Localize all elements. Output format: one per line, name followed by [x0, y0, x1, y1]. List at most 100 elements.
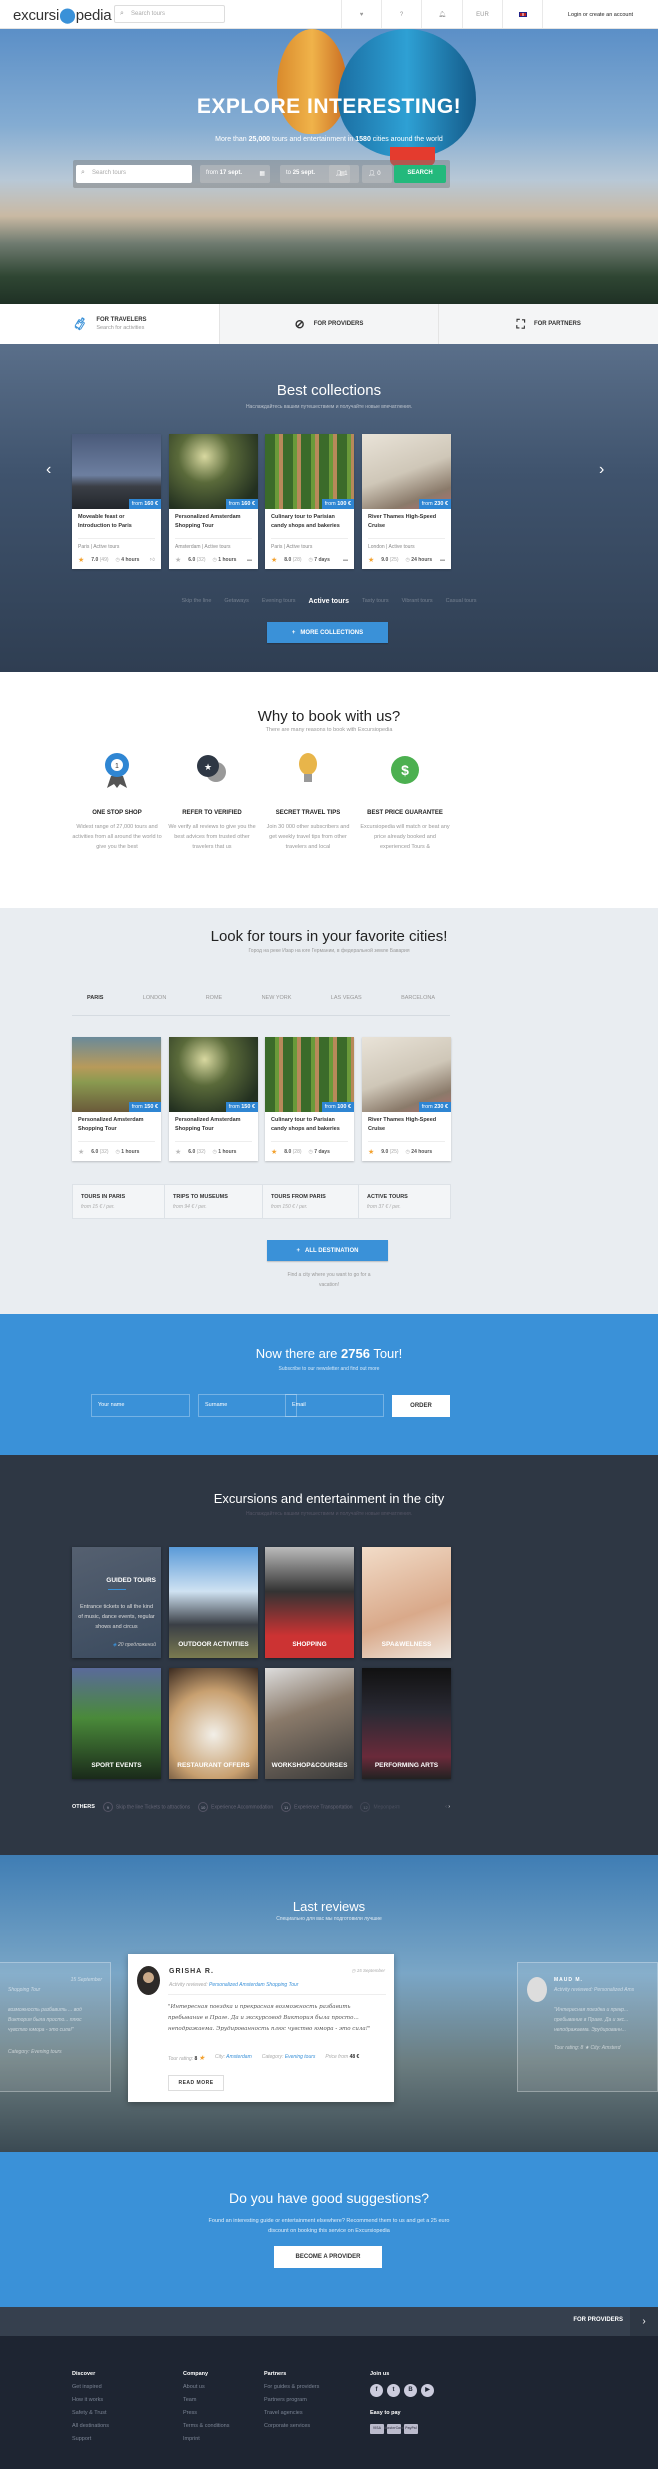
- footer-link[interactable]: For guides & providers: [264, 2381, 319, 2394]
- footer-link[interactable]: Support: [72, 2433, 109, 2446]
- notifications-button[interactable]: 🔔︎: [421, 0, 462, 28]
- thumbs-up-icon[interactable]: 👍︎: [150, 557, 155, 563]
- footer-link[interactable]: Terms & conditions: [183, 2420, 229, 2433]
- carousel-prev-arrow[interactable]: ‹: [46, 461, 51, 479]
- surname-input[interactable]: Surname: [198, 1394, 297, 1417]
- tour-card[interactable]: from 150 € Personalized Amsterdam Shoppin…: [72, 1037, 161, 1161]
- twitter-icon[interactable]: t: [387, 2384, 400, 2397]
- footer-link[interactable]: Safety & Trust: [72, 2407, 109, 2420]
- tour-title[interactable]: Culinary tour to Parisian candy shops an…: [271, 1116, 348, 1142]
- review-card-previous[interactable]: 15 September Shopping Tour возможность р…: [0, 1962, 111, 2092]
- category-link[interactable]: Tasty tours: [362, 598, 389, 605]
- footer-link[interactable]: Corporate services: [264, 2420, 319, 2433]
- category-tile[interactable]: SPORT EVENTS: [72, 1668, 161, 1779]
- category-tile[interactable]: SPA&WELNESS: [362, 1547, 451, 1658]
- city-link[interactable]: Amsterdam: [226, 2054, 252, 2060]
- category-tile[interactable]: WORKSHOP&COURSES: [265, 1668, 354, 1779]
- city-stat-link[interactable]: TRIPS TO MUSEUMS from 94 € / per.: [164, 1184, 263, 1219]
- all-destination-button[interactable]: + ALL DESTINATION: [267, 1240, 388, 1261]
- order-button[interactable]: ORDER: [392, 1395, 450, 1417]
- become-provider-button[interactable]: BECOME A PROVIDER: [274, 2246, 382, 2268]
- hero-search-input[interactable]: ⌕ Search tours: [76, 165, 192, 183]
- login-link[interactable]: Login or create an account: [542, 0, 658, 28]
- footer-link[interactable]: Get inspired: [72, 2381, 109, 2394]
- facebook-icon[interactable]: f: [370, 2384, 383, 2397]
- tour-title[interactable]: Culinary tour to Parisian candy shops an…: [271, 513, 348, 539]
- others-link[interactable]: 10 Experience Accommodation: [198, 1802, 273, 1812]
- vk-icon[interactable]: B: [404, 2384, 417, 2397]
- tour-title[interactable]: River Thames High-Speed Cruise: [368, 1116, 445, 1142]
- favorites-button[interactable]: ♥: [341, 0, 381, 28]
- tour-card[interactable]: from 150 € Personalized Amsterdam Shoppin…: [169, 1037, 258, 1161]
- category-tile[interactable]: RESTAURANT OFFERS: [169, 1668, 258, 1779]
- city-tab[interactable]: PARIS: [87, 995, 103, 1015]
- tour-card[interactable]: from 230 € River Thames High-Speed Cruise…: [362, 434, 451, 569]
- city-stat-link[interactable]: TOURS IN PARIS from 15 € / per.: [72, 1184, 165, 1219]
- category-link[interactable]: Evening tours: [285, 2054, 316, 2060]
- footer-link[interactable]: Travel agencies: [264, 2407, 319, 2420]
- name-input[interactable]: Your name: [91, 1394, 190, 1417]
- category-link[interactable]: Getaways: [224, 598, 248, 605]
- city-tab[interactable]: LONDON: [143, 995, 167, 1015]
- tour-card[interactable]: from 230 € River Thames High-Speed Cruise…: [362, 1037, 451, 1161]
- category-tile[interactable]: OUTDOOR ACTIVITIES: [169, 1547, 258, 1658]
- city-tab[interactable]: LAS VEGAS: [331, 995, 362, 1015]
- footer-link[interactable]: All destinations: [72, 2420, 109, 2433]
- category-tile[interactable]: GUIDED TOURS Entrance tickets to all the …: [72, 1547, 161, 1658]
- tab-for-providers[interactable]: ⊘ FOR PROVIDERS: [220, 304, 440, 344]
- bookmark-icon[interactable]: ▬: [440, 557, 445, 563]
- category-link[interactable]: Vibrant tours: [402, 598, 433, 605]
- read-more-button[interactable]: READ MORE: [168, 2075, 224, 2091]
- chevron-right-icon[interactable]: ›: [448, 1804, 450, 1810]
- logo[interactable]: excursi⬤pedia: [13, 6, 112, 24]
- search-button[interactable]: SEARCH: [394, 165, 446, 183]
- email-input[interactable]: Email: [285, 1394, 384, 1417]
- tour-title[interactable]: Personalized Amsterdam Shopping Tour: [175, 513, 252, 539]
- category-link[interactable]: Skip the line: [181, 598, 211, 605]
- city-stat-link[interactable]: ACTIVE TOURS from 37 € / per.: [358, 1184, 451, 1219]
- tour-title[interactable]: Moveable feast or Introduction to Paris: [78, 513, 155, 539]
- children-field[interactable]: 👤︎ 0: [362, 165, 392, 183]
- tour-title[interactable]: River Thames High-Speed Cruise: [368, 513, 445, 539]
- footer-link[interactable]: Press: [183, 2407, 229, 2420]
- activity-link[interactable]: Personalized Amsterdam Shopping Tour: [209, 1982, 298, 1988]
- footer-link[interactable]: How it works: [72, 2394, 109, 2407]
- review-card-next[interactable]: MAUD M. Activity reviewed: Personalized …: [517, 1962, 658, 2092]
- footer-link[interactable]: About us: [183, 2381, 229, 2394]
- chevron-right-icon[interactable]: ›: [630, 2307, 658, 2336]
- tab-for-travelers[interactable]: 🧳︎ FOR TRAVELERS Search for activities: [0, 304, 220, 344]
- help-button[interactable]: ?: [381, 0, 421, 28]
- youtube-icon[interactable]: ▶: [421, 2384, 434, 2397]
- tour-card[interactable]: from 160 € Personalized Amsterdam Shoppin…: [169, 434, 258, 569]
- category-tile[interactable]: PERFORMING ARTS: [362, 1668, 451, 1779]
- date-from-field[interactable]: from 17 sept. ▦: [200, 165, 270, 183]
- language-selector[interactable]: [502, 0, 542, 28]
- footer-link[interactable]: Team: [183, 2394, 229, 2407]
- city-tab[interactable]: BARCELONA: [401, 995, 435, 1015]
- tour-title[interactable]: Personalized Amsterdam Shopping Tour: [175, 1116, 252, 1142]
- tour-card[interactable]: from 100 € Culinary tour to Parisian cand…: [265, 434, 354, 569]
- city-stat-link[interactable]: TOURS FROM PARIS from 150 € / per.: [262, 1184, 359, 1219]
- category-link[interactable]: Evening tours: [262, 598, 296, 605]
- tour-card[interactable]: from 100 € Culinary tour to Parisian cand…: [265, 1037, 354, 1161]
- for-providers-link[interactable]: FOR PROVIDERS: [573, 2317, 623, 2323]
- others-link[interactable]: 11 Experience Transportation: [281, 1802, 352, 1812]
- footer-link[interactable]: Imprint: [183, 2433, 229, 2446]
- category-tile[interactable]: SHOPPING: [265, 1547, 354, 1658]
- others-link[interactable]: 9 Skip the line Tickets to attractions: [102, 1802, 190, 1812]
- footer-link[interactable]: Partners program: [264, 2394, 319, 2407]
- city-tab[interactable]: NEW YORK: [262, 995, 292, 1015]
- bookmark-icon[interactable]: ▬: [247, 557, 252, 563]
- tour-title[interactable]: Personalized Amsterdam Shopping Tour: [78, 1116, 155, 1142]
- category-link[interactable]: Active tours: [309, 598, 349, 605]
- tab-for-partners[interactable]: ⛶ FOR PARTNERS: [439, 304, 658, 344]
- currency-selector[interactable]: EUR: [462, 0, 502, 28]
- more-collections-button[interactable]: + MORE COLLECTIONS: [267, 622, 388, 643]
- tour-card[interactable]: from 160 € Moveable feast or Introduction…: [72, 434, 161, 569]
- city-tab[interactable]: ROME: [206, 995, 223, 1015]
- carousel-next-arrow[interactable]: ›: [599, 461, 604, 479]
- adults-field[interactable]: 👤︎ 1: [329, 165, 359, 183]
- bookmark-icon[interactable]: ▬: [343, 557, 348, 563]
- others-link[interactable]: 12Мероприятия: [360, 1802, 400, 1812]
- header-search-input[interactable]: ⌕ Search tours: [114, 5, 225, 23]
